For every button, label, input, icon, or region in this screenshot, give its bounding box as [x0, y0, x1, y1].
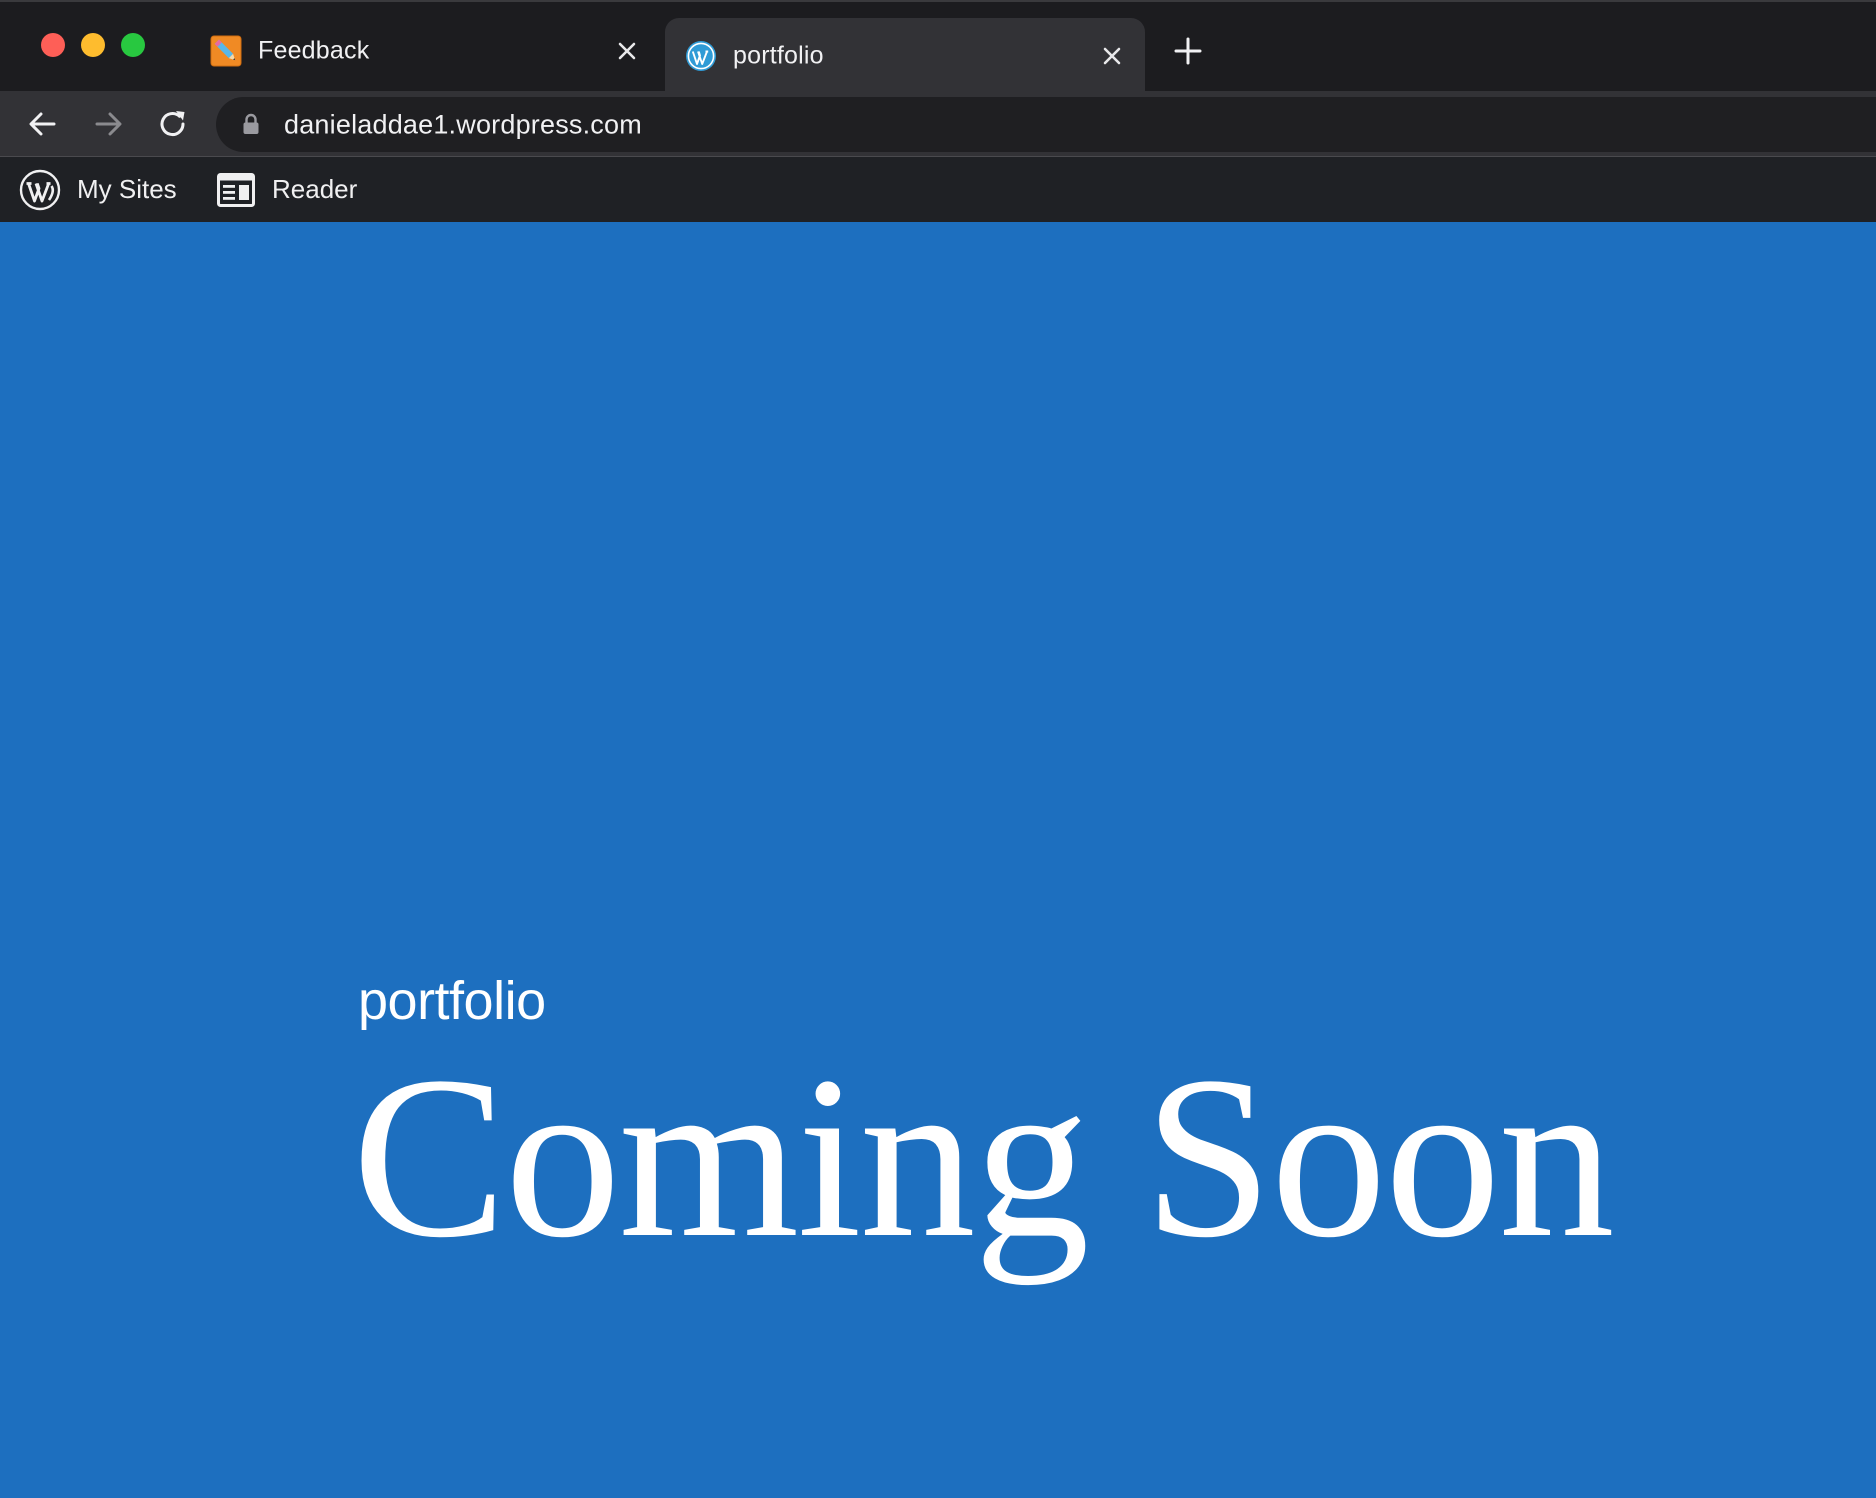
close-window-button[interactable] [41, 33, 65, 57]
minimize-window-button[interactable] [81, 33, 105, 57]
close-icon[interactable] [614, 38, 640, 64]
browser-toolbar: danieladdae1.wordpress.com [0, 91, 1876, 157]
tab-feedback[interactable]: Feedback [190, 16, 660, 86]
tab-portfolio[interactable]: portfolio [665, 18, 1145, 93]
wp-admin-bar: My Sites Reader [0, 157, 1876, 222]
url-text[interactable]: danieladdae1.wordpress.com [284, 109, 642, 140]
site-name: portfolio [358, 971, 546, 1031]
forward-arrow-icon[interactable] [91, 107, 125, 141]
my-sites-label: My Sites [77, 174, 177, 204]
browser-window: Feedback portfolio danieladdae1.wordpres… [0, 0, 1876, 1498]
wordpress-logo-icon [686, 40, 716, 71]
coming-soon-page: portfolio Coming Soon [0, 222, 1876, 1498]
close-icon[interactable] [1099, 43, 1125, 69]
reader-newspaper-icon [217, 172, 255, 207]
reader-label: Reader [272, 174, 358, 204]
wordpress-logo-icon [19, 169, 61, 210]
coming-soon-heading: Coming Soon [352, 1029, 1615, 1286]
pencil-notepad-icon [210, 35, 242, 67]
new-tab-plus-icon[interactable] [1173, 36, 1203, 66]
address-bar[interactable]: danieladdae1.wordpress.com [216, 97, 1876, 152]
lock-icon[interactable] [242, 113, 260, 135]
tab-title: Feedback [258, 36, 370, 65]
reader-button[interactable]: Reader [217, 157, 357, 222]
back-arrow-icon[interactable] [26, 107, 60, 141]
tab-strip: Feedback portfolio [0, 0, 1876, 93]
tab-title: portfolio [733, 41, 824, 69]
my-sites-button[interactable]: My Sites [19, 157, 177, 222]
maximize-window-button[interactable] [121, 33, 145, 57]
reload-icon[interactable] [156, 107, 190, 141]
